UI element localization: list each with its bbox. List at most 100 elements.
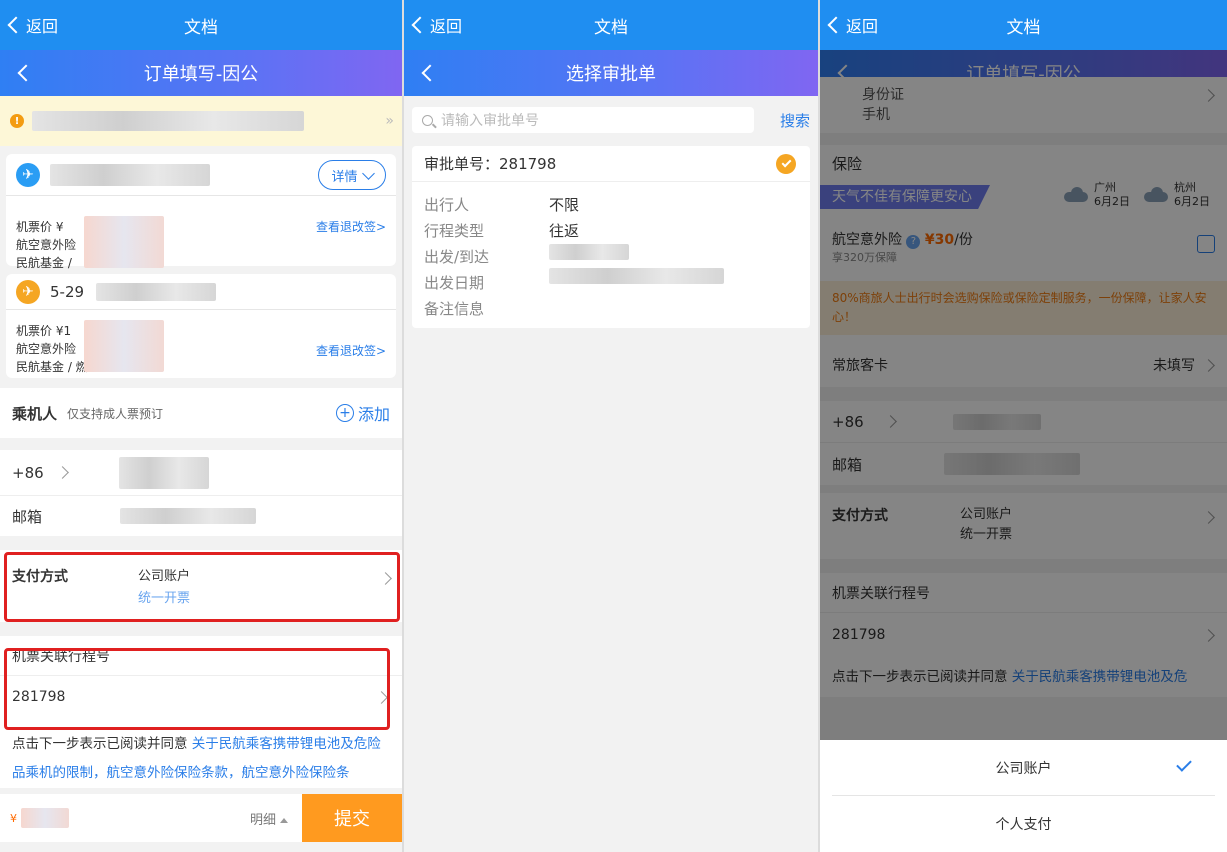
order-form-screen: 返回 文档 订单填写-因公 ! » ✈ 详情 机票价 ¥ 航空意外险 民航基金 … <box>0 0 402 852</box>
approval-row: 备注信息 <box>424 300 485 318</box>
price-redacted <box>21 808 69 828</box>
approval-number: 审批单号：281798 <box>424 155 557 173</box>
search-row: 请输入审批单号 搜索 <box>404 96 818 144</box>
takeoff-icon: ✈ <box>16 162 40 187</box>
back-label: 返回 <box>26 17 59 36</box>
system-back-button[interactable]: 返回 <box>7 0 59 50</box>
fee-values-redacted <box>84 216 164 268</box>
chevron-left-icon <box>411 16 429 34</box>
flight-date: 5-29 <box>50 282 85 301</box>
chevron-right-icon <box>55 466 69 479</box>
payment-value: 公司账户 <box>138 569 191 584</box>
phone-number-redacted <box>118 456 209 489</box>
system-title-bar: 返回 文档 <box>820 0 1227 50</box>
option-company-account[interactable]: 公司账户 <box>832 740 1215 796</box>
search-placeholder: 请输入审批单号 <box>441 113 539 129</box>
plus-icon: + <box>335 404 354 422</box>
selected-check-icon <box>776 154 796 174</box>
chevron-right-icon <box>379 572 392 585</box>
fee-insurance-label: 航空意外险 <box>16 238 77 252</box>
approval-select-screen: 返回 文档 选择审批单 请输入审批单号 搜索 审批单号：281798 出行人 不限… <box>404 0 818 852</box>
option-personal-pay[interactable]: 个人支付 <box>820 796 1227 852</box>
email-redacted <box>120 508 257 524</box>
chevron-down-icon <box>361 166 375 180</box>
system-back-button[interactable]: 返回 <box>411 0 463 50</box>
email-label: 邮箱 <box>12 507 43 526</box>
page-title: 订单填写-因公 <box>143 64 259 85</box>
flight-info-redacted <box>96 282 217 301</box>
system-back-button[interactable]: 返回 <box>827 0 879 50</box>
itinerary-value: 281798 <box>12 689 66 705</box>
landing-icon: ✈ <box>16 279 40 304</box>
passenger-title: 乘机人 <box>12 404 58 423</box>
notice-banner[interactable]: ! » <box>0 96 402 146</box>
flight-info-redacted <box>50 163 210 186</box>
route-redacted <box>549 244 629 260</box>
option-label: 公司账户 <box>995 760 1052 777</box>
chevron-left-icon <box>7 16 25 34</box>
detail-toggle[interactable]: 明细 <box>250 809 288 828</box>
nav-bar: 订单填写-因公 <box>0 50 402 96</box>
nav-bar: 选择审批单 <box>404 50 818 96</box>
date-redacted <box>549 268 724 284</box>
check-icon <box>1176 756 1192 772</box>
back-label: 返回 <box>430 17 463 36</box>
passenger-header: 乘机人 仅支持成人票预订 + 添加 <box>0 388 402 438</box>
system-title: 文档 <box>1006 17 1041 38</box>
approval-row: 出行人 不限 <box>424 196 580 214</box>
system-title-bar: 返回 文档 <box>0 0 402 50</box>
nav-back-icon[interactable] <box>17 64 35 82</box>
system-title-bar: 返回 文档 <box>404 0 818 50</box>
itinerary-row[interactable]: 281798 <box>0 676 402 718</box>
detail-toggle-label: 明细 <box>249 812 276 828</box>
approval-search-input[interactable]: 请输入审批单号 <box>412 107 754 133</box>
bottom-bar: ¥ 明细 提交 <box>0 794 402 842</box>
search-button[interactable]: 搜索 <box>780 110 810 131</box>
phone-country-code[interactable]: +86 <box>12 464 44 482</box>
fee-fund-label: 民航基金 / 燃 <box>16 360 88 374</box>
detail-button[interactable]: 详情 <box>318 160 386 190</box>
page-title: 选择审批单 <box>566 64 656 85</box>
caret-up-icon <box>280 817 288 823</box>
option-label: 个人支付 <box>995 817 1052 833</box>
detail-label: 详情 <box>331 169 358 185</box>
itinerary-label: 机票关联行程号 <box>12 648 110 665</box>
fee-ticket-label: 机票价 ¥1 <box>16 324 72 338</box>
email-row[interactable]: 邮箱 <box>0 496 402 536</box>
payment-method-row[interactable]: 支付方式 公司账户 统一开票 <box>0 550 402 622</box>
warning-icon: ! <box>10 114 24 128</box>
add-passenger-button[interactable]: + 添加 <box>335 401 390 425</box>
refund-change-link[interactable]: 查看退改签> <box>316 218 386 236</box>
agreement-text: 点击下一步表示已阅读并同意 关于民航乘客携带锂电池及危险品乘机的限制，航空意外险… <box>0 718 402 788</box>
payment-label: 支付方式 <box>12 569 68 585</box>
passenger-note: 仅支持成人票预订 <box>67 406 164 421</box>
system-title: 文档 <box>594 17 628 38</box>
modal-overlay-nav <box>820 50 1227 95</box>
search-icon <box>422 114 433 126</box>
payment-picker-sheet: 公司账户 个人支付 <box>820 740 1227 852</box>
nav-back-icon[interactable] <box>421 64 439 82</box>
approval-row: 行程类型 往返 <box>424 222 580 240</box>
notice-text-redacted <box>32 111 304 131</box>
back-label: 返回 <box>846 17 879 36</box>
system-title: 文档 <box>184 17 218 38</box>
phone-row[interactable]: +86 <box>0 450 402 496</box>
modal-overlay[interactable] <box>820 95 1227 852</box>
chevron-right-icon <box>375 690 388 704</box>
fee-fund-label: 民航基金 / <box>16 256 72 270</box>
double-chevron-right-icon: » <box>385 113 394 129</box>
flight-card-outbound: ✈ 详情 机票价 ¥ 航空意外险 民航基金 / 查看退改签> <box>6 154 396 270</box>
submit-button[interactable]: 提交 <box>302 794 402 842</box>
flight-card-return: ✈ 5-29 机票价 ¥1 航空意外险 民航基金 / 燃 查看退改签> <box>6 274 396 378</box>
add-label: 添加 <box>357 405 390 424</box>
submit-label: 提交 <box>334 809 370 830</box>
agreement-prefix: 点击下一步表示已阅读并同意 <box>12 736 192 752</box>
price-currency: ¥ <box>10 811 17 825</box>
chevron-left-icon <box>827 16 845 34</box>
itinerary-section: 机票关联行程号 281798 <box>0 636 402 718</box>
approval-card[interactable]: 审批单号：281798 出行人 不限 行程类型 往返 出发/到达 出发日期 备注信息 <box>412 146 810 328</box>
payment-picker-screen: 返回 文档 订单填写-因公 身份证 手机 保险 天气不佳有保障更安心 广州 6月2… <box>820 0 1227 852</box>
fee-values-redacted <box>84 320 164 372</box>
payment-sub: 统一开票 <box>138 591 191 606</box>
refund-change-link[interactable]: 查看退改签> <box>316 342 386 360</box>
